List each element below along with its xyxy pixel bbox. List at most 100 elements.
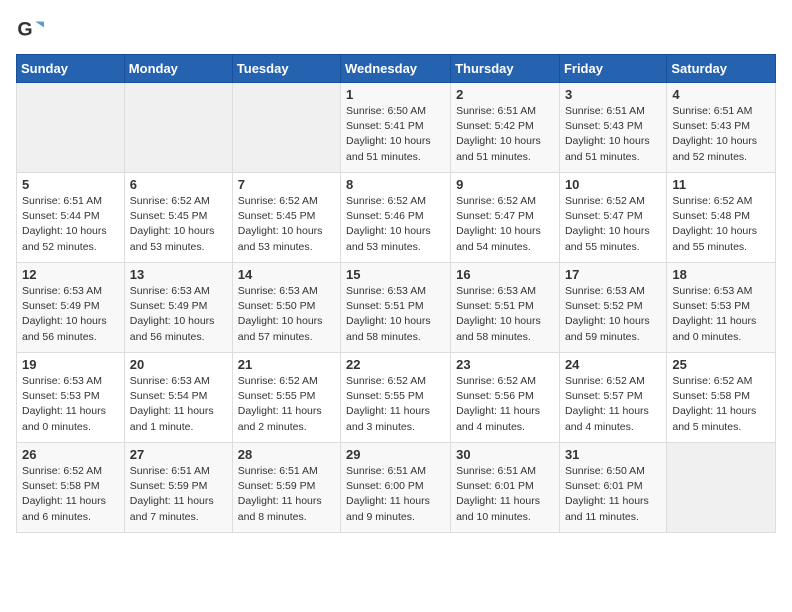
svg-text:G: G <box>17 19 32 41</box>
day-info: Sunrise: 6:52 AMSunset: 5:45 PMDaylight:… <box>130 194 227 255</box>
weekday-header: Thursday <box>451 55 560 83</box>
day-info: Sunrise: 6:51 AMSunset: 6:01 PMDaylight:… <box>456 464 554 525</box>
weekday-header: Wednesday <box>341 55 451 83</box>
calendar-cell: 10 Sunrise: 6:52 AMSunset: 5:47 PMDayligh… <box>559 173 666 263</box>
day-info: Sunrise: 6:52 AMSunset: 5:48 PMDaylight:… <box>672 194 770 255</box>
day-number: 5 <box>22 177 119 192</box>
calendar-cell: 14Sunrise: 6:53 AMSunset: 5:50 PMDayligh… <box>232 263 340 353</box>
day-info: Sunrise: 6:53 AMSunset: 5:51 PMDaylight:… <box>456 284 554 345</box>
day-number: 29 <box>346 447 445 462</box>
day-number: 30 <box>456 447 554 462</box>
day-number: 2 <box>456 87 554 102</box>
calendar-cell: 28Sunrise: 6:51 AMSunset: 5:59 PMDayligh… <box>232 443 340 533</box>
calendar-week-row: 5 Sunrise: 6:51 AMSunset: 5:44 PMDaylight… <box>17 173 776 263</box>
calendar-cell: 21 Sunrise: 6:52 AMSunset: 5:55 PMDayligh… <box>232 353 340 443</box>
day-info: Sunrise: 6:52 AMSunset: 5:47 PMDaylight:… <box>456 194 554 255</box>
calendar-cell: 9 Sunrise: 6:52 AMSunset: 5:47 PMDaylight… <box>451 173 560 263</box>
day-info: Sunrise: 6:53 AMSunset: 5:49 PMDaylight:… <box>130 284 227 345</box>
day-info: Sunrise: 6:51 AMSunset: 5:59 PMDaylight:… <box>238 464 335 525</box>
day-number: 10 <box>565 177 661 192</box>
day-info: Sunrise: 6:52 AMSunset: 5:55 PMDaylight:… <box>238 374 335 435</box>
calendar-cell <box>124 83 232 173</box>
day-number: 27 <box>130 447 227 462</box>
day-number: 3 <box>565 87 661 102</box>
day-info: Sunrise: 6:52 AMSunset: 5:47 PMDaylight:… <box>565 194 661 255</box>
day-info: Sunrise: 6:53 AMSunset: 5:52 PMDaylight:… <box>565 284 661 345</box>
day-number: 16 <box>456 267 554 282</box>
day-info: Sunrise: 6:51 AMSunset: 5:59 PMDaylight:… <box>130 464 227 525</box>
calendar-cell: 13 Sunrise: 6:53 AMSunset: 5:49 PMDayligh… <box>124 263 232 353</box>
calendar-cell: 29Sunrise: 6:51 AMSunset: 6:00 PMDayligh… <box>341 443 451 533</box>
day-number: 26 <box>22 447 119 462</box>
day-info: Sunrise: 6:52 AMSunset: 5:55 PMDaylight:… <box>346 374 445 435</box>
day-number: 14 <box>238 267 335 282</box>
calendar-cell: 31 Sunrise: 6:50 AMSunset: 6:01 PMDayligh… <box>559 443 666 533</box>
day-info: Sunrise: 6:53 AMSunset: 5:49 PMDaylight:… <box>22 284 119 345</box>
day-number: 4 <box>672 87 770 102</box>
day-number: 17 <box>565 267 661 282</box>
day-number: 7 <box>238 177 335 192</box>
day-info: Sunrise: 6:52 AMSunset: 5:58 PMDaylight:… <box>672 374 770 435</box>
day-number: 20 <box>130 357 227 372</box>
day-number: 11 <box>672 177 770 192</box>
day-info: Sunrise: 6:52 AMSunset: 5:46 PMDaylight:… <box>346 194 445 255</box>
day-number: 9 <box>456 177 554 192</box>
calendar-cell: 2Sunrise: 6:51 AMSunset: 5:42 PMDaylight… <box>451 83 560 173</box>
calendar-cell: 6 Sunrise: 6:52 AMSunset: 5:45 PMDaylight… <box>124 173 232 263</box>
calendar-table: SundayMondayTuesdayWednesdayThursdayFrid… <box>16 54 776 533</box>
day-info: Sunrise: 6:50 AMSunset: 5:41 PMDaylight:… <box>346 104 445 165</box>
calendar-cell: 26 Sunrise: 6:52 AMSunset: 5:58 PMDayligh… <box>17 443 125 533</box>
calendar-cell: 1 Sunrise: 6:50 AMSunset: 5:41 PMDaylight… <box>341 83 451 173</box>
calendar-cell: 23Sunrise: 6:52 AMSunset: 5:56 PMDayligh… <box>451 353 560 443</box>
day-info: Sunrise: 6:51 AMSunset: 5:43 PMDaylight:… <box>672 104 770 165</box>
day-info: Sunrise: 6:53 AMSunset: 5:53 PMDaylight:… <box>22 374 119 435</box>
logo: G <box>16 16 46 44</box>
calendar-week-row: 26 Sunrise: 6:52 AMSunset: 5:58 PMDayligh… <box>17 443 776 533</box>
calendar-cell: 20 Sunrise: 6:53 AMSunset: 5:54 PMDayligh… <box>124 353 232 443</box>
calendar-week-row: 1 Sunrise: 6:50 AMSunset: 5:41 PMDaylight… <box>17 83 776 173</box>
calendar-cell: 3 Sunrise: 6:51 AMSunset: 5:43 PMDaylight… <box>559 83 666 173</box>
calendar-cell: 5 Sunrise: 6:51 AMSunset: 5:44 PMDaylight… <box>17 173 125 263</box>
day-info: Sunrise: 6:51 AMSunset: 5:44 PMDaylight:… <box>22 194 119 255</box>
day-number: 19 <box>22 357 119 372</box>
weekday-header: Tuesday <box>232 55 340 83</box>
day-info: Sunrise: 6:52 AMSunset: 5:45 PMDaylight:… <box>238 194 335 255</box>
calendar-cell: 15 Sunrise: 6:53 AMSunset: 5:51 PMDayligh… <box>341 263 451 353</box>
day-number: 24 <box>565 357 661 372</box>
header: G <box>16 16 776 44</box>
calendar-cell: 12Sunrise: 6:53 AMSunset: 5:49 PMDayligh… <box>17 263 125 353</box>
calendar-cell: 17 Sunrise: 6:53 AMSunset: 5:52 PMDayligh… <box>559 263 666 353</box>
header-row: SundayMondayTuesdayWednesdayThursdayFrid… <box>17 55 776 83</box>
weekday-header: Monday <box>124 55 232 83</box>
day-info: Sunrise: 6:52 AMSunset: 5:58 PMDaylight:… <box>22 464 119 525</box>
day-number: 1 <box>346 87 445 102</box>
calendar-cell: 7 Sunrise: 6:52 AMSunset: 5:45 PMDaylight… <box>232 173 340 263</box>
day-info: Sunrise: 6:53 AMSunset: 5:51 PMDaylight:… <box>346 284 445 345</box>
calendar-cell: 8 Sunrise: 6:52 AMSunset: 5:46 PMDaylight… <box>341 173 451 263</box>
day-number: 25 <box>672 357 770 372</box>
calendar-cell <box>17 83 125 173</box>
day-info: Sunrise: 6:52 AMSunset: 5:57 PMDaylight:… <box>565 374 661 435</box>
day-number: 21 <box>238 357 335 372</box>
day-number: 18 <box>672 267 770 282</box>
day-info: Sunrise: 6:51 AMSunset: 5:43 PMDaylight:… <box>565 104 661 165</box>
day-number: 22 <box>346 357 445 372</box>
day-number: 6 <box>130 177 227 192</box>
day-number: 8 <box>346 177 445 192</box>
calendar-cell: 18 Sunrise: 6:53 AMSunset: 5:53 PMDayligh… <box>667 263 776 353</box>
weekday-header: Sunday <box>17 55 125 83</box>
calendar-cell: 22 Sunrise: 6:52 AMSunset: 5:55 PMDayligh… <box>341 353 451 443</box>
calendar-cell: 27 Sunrise: 6:51 AMSunset: 5:59 PMDayligh… <box>124 443 232 533</box>
day-number: 15 <box>346 267 445 282</box>
logo-icon: G <box>16 16 44 44</box>
day-info: Sunrise: 6:53 AMSunset: 5:53 PMDaylight:… <box>672 284 770 345</box>
day-info: Sunrise: 6:53 AMSunset: 5:54 PMDaylight:… <box>130 374 227 435</box>
day-number: 31 <box>565 447 661 462</box>
day-number: 13 <box>130 267 227 282</box>
calendar-week-row: 12Sunrise: 6:53 AMSunset: 5:49 PMDayligh… <box>17 263 776 353</box>
calendar-cell: 19 Sunrise: 6:53 AMSunset: 5:53 PMDayligh… <box>17 353 125 443</box>
day-info: Sunrise: 6:50 AMSunset: 6:01 PMDaylight:… <box>565 464 661 525</box>
calendar-cell: 16 Sunrise: 6:53 AMSunset: 5:51 PMDayligh… <box>451 263 560 353</box>
day-number: 23 <box>456 357 554 372</box>
calendar-cell: 24 Sunrise: 6:52 AMSunset: 5:57 PMDayligh… <box>559 353 666 443</box>
